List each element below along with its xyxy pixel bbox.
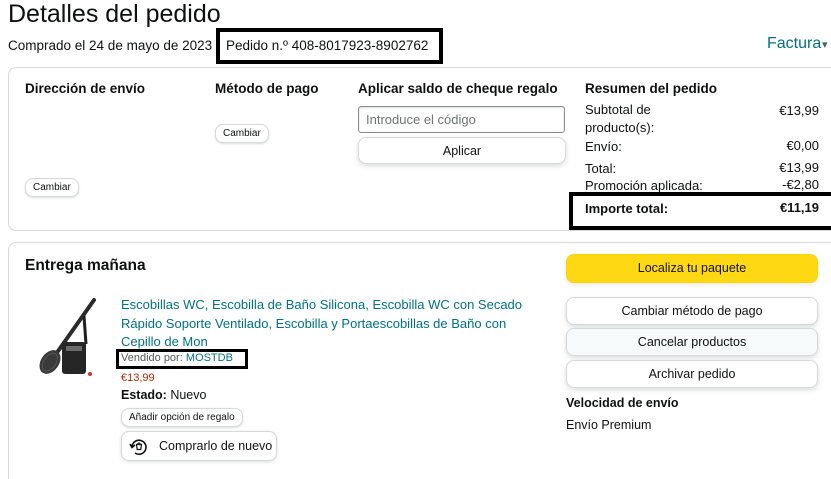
grand-total-label: Importe total:	[585, 201, 669, 216]
track-package-button[interactable]: Localiza tu paquete	[566, 254, 818, 283]
gift-card-title: Aplicar saldo de cheque regalo	[358, 81, 558, 96]
sold-by-label: Vendido por:	[121, 352, 183, 364]
condition-label: Estado:	[121, 388, 167, 402]
product-price: €13,99	[121, 372, 155, 384]
sold-by: Vendido por: MOSTDB	[121, 352, 233, 364]
buy-again-icon	[129, 439, 147, 456]
order-summary-title: Resumen del pedido	[585, 81, 718, 96]
change-address-button[interactable]: Cambiar	[25, 178, 79, 197]
gift-card-code-input[interactable]	[358, 106, 565, 133]
invoice-link[interactable]: Factura	[767, 35, 821, 53]
order-date: Comprado el 24 de mayo de 2023	[8, 38, 213, 53]
shipping-speed-value: Envío Premium	[566, 418, 652, 432]
summary-shipping-label: Envío:	[585, 139, 622, 154]
order-number: Pedido n.º 408-8017923-8902762	[226, 38, 429, 53]
add-gift-option-button[interactable]: Añadir opción de regalo	[121, 408, 243, 427]
change-payment-button[interactable]: Cambiar	[215, 124, 269, 143]
summary-total-label: Total:	[585, 161, 617, 176]
summary-promotion-value: -€2,80	[782, 177, 819, 192]
change-payment-method-button[interactable]: Cambiar método de pago	[566, 297, 818, 325]
seller-link[interactable]: MOSTDB	[186, 352, 233, 364]
grand-total-value: €11,19	[779, 200, 819, 215]
summary-shipping-value: €0,00	[786, 138, 819, 153]
apply-gift-card-button[interactable]: Aplicar	[358, 137, 566, 164]
summary-subtotal-label: Subtotal de producto(s):	[585, 102, 655, 135]
product-title-link[interactable]: Escobillas WC, Escobilla de Baño Silicon…	[121, 296, 546, 352]
product-thumbnail[interactable]	[30, 296, 100, 380]
shipping-address-title: Dirección de envío	[25, 81, 146, 96]
summary-total-value: €13,99	[779, 160, 819, 175]
condition-value: Nuevo	[170, 388, 207, 402]
summary-subtotal-value: €13,99	[779, 103, 819, 118]
page-title: Detalles del pedido	[8, 0, 221, 28]
product-condition: Estado: Nuevo	[121, 388, 206, 402]
chevron-down-icon[interactable]: ▾	[822, 38, 828, 51]
shipping-speed-title: Velocidad de envío	[566, 396, 679, 410]
archive-order-button[interactable]: Archivar pedido	[566, 360, 818, 388]
cancel-items-button[interactable]: Cancelar productos	[566, 328, 818, 356]
delivery-status-title: Entrega mañana	[25, 257, 146, 274]
payment-method-title: Método de pago	[215, 81, 319, 96]
buy-again-button[interactable]: Comprarlo de nuevo	[121, 431, 277, 461]
buy-again-label: Comprarlo de nuevo	[159, 439, 273, 453]
